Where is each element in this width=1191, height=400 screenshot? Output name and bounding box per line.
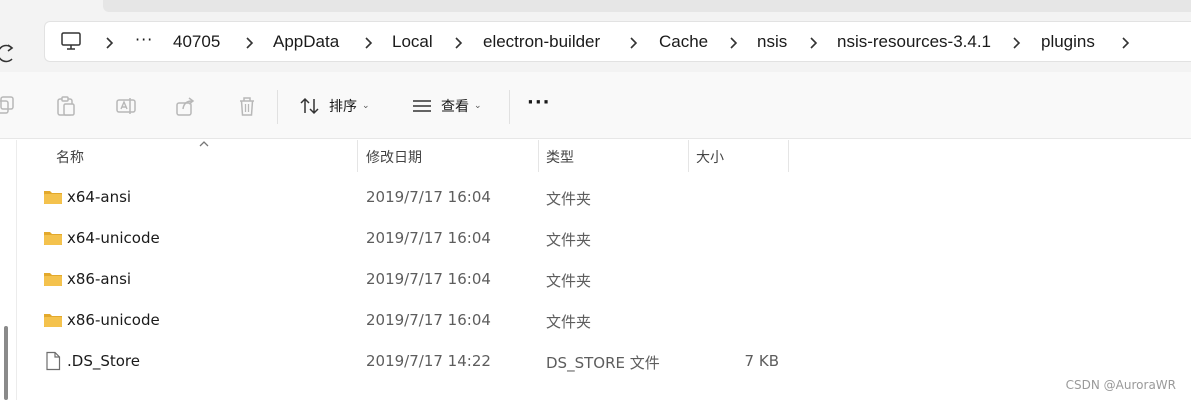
view-button[interactable]: 查看 ⌄	[411, 94, 482, 118]
chevron-right-icon[interactable]	[1011, 36, 1021, 50]
folder-icon	[44, 314, 62, 327]
column-separator[interactable]	[538, 140, 539, 172]
column-header-modified[interactable]: 修改日期	[366, 140, 536, 174]
tab-strip-edge	[103, 0, 1191, 12]
refresh-icon[interactable]	[0, 42, 14, 64]
share-icon[interactable]	[175, 95, 197, 117]
chevron-right-icon[interactable]	[1120, 36, 1130, 50]
view-label: 查看	[441, 99, 469, 115]
file-modified: 2019/7/17 14:22	[366, 352, 491, 370]
breadcrumb-item[interactable]: 40705	[173, 32, 220, 52]
folder-icon	[44, 232, 62, 245]
scrollbar-thumb[interactable]	[4, 326, 8, 400]
column-separator[interactable]	[688, 140, 689, 172]
breadcrumb-item[interactable]: Cache	[659, 32, 708, 52]
breadcrumb-item-current[interactable]: plugins	[1041, 32, 1095, 52]
file-type: 文件夹	[546, 190, 592, 208]
file-type: 文件夹	[546, 231, 592, 249]
chevron-right-icon[interactable]	[808, 36, 818, 50]
more-options-button[interactable]: ···	[527, 92, 551, 113]
view-list-icon	[413, 100, 431, 112]
toolbar-divider	[509, 90, 510, 124]
file-name: x86-ansi	[67, 270, 132, 288]
chevron-right-icon[interactable]	[104, 36, 114, 50]
folder-icon	[44, 191, 62, 204]
file-modified: 2019/7/17 16:04	[366, 229, 491, 247]
file-name: x64-unicode	[67, 229, 160, 247]
file-modified: 2019/7/17 16:04	[366, 311, 491, 329]
chevron-right-icon[interactable]	[453, 36, 463, 50]
navigation-pane-scrollbar[interactable]	[0, 140, 17, 400]
file-row[interactable]: x86-ansi 2019/7/17 16:04 文件夹	[17, 259, 1191, 300]
column-header-name[interactable]: 名称	[56, 140, 356, 174]
file-type: 文件夹	[546, 272, 592, 290]
file-row[interactable]: x64-ansi 2019/7/17 16:04 文件夹	[17, 177, 1191, 218]
column-header-type[interactable]: 类型	[546, 140, 686, 174]
delete-icon[interactable]	[236, 95, 258, 117]
toolbar-divider	[277, 90, 278, 124]
chevron-right-icon[interactable]	[244, 36, 254, 50]
rename-icon[interactable]	[115, 95, 137, 117]
file-name: .DS_Store	[67, 352, 140, 370]
paste-icon[interactable]	[55, 95, 77, 117]
sort-icon	[300, 97, 319, 115]
copy-icon[interactable]	[0, 95, 16, 117]
file-icon	[46, 351, 61, 371]
file-list: 名称 修改日期 类型 大小 x64-ansi 2019/7/17 16:04 文…	[0, 140, 1191, 400]
column-separator[interactable]	[357, 140, 358, 172]
sort-button[interactable]: 排序 ⌄	[299, 94, 370, 118]
chevron-right-icon[interactable]	[363, 36, 373, 50]
breadcrumb-item[interactable]: nsis-resources-3.4.1	[837, 32, 991, 52]
chevron-down-icon: ⌄	[362, 101, 370, 111]
address-bar[interactable]: ··· 40705 AppData Local electron-builder…	[44, 21, 1191, 62]
breadcrumb-overflow-button[interactable]: ···	[135, 30, 153, 49]
file-modified: 2019/7/17 16:04	[366, 188, 491, 206]
file-size: 7 KB	[744, 352, 779, 370]
sort-label: 排序	[329, 99, 357, 115]
breadcrumb-item[interactable]: AppData	[273, 32, 339, 52]
watermark: CSDN @AuroraWR	[1065, 378, 1176, 392]
column-header-size[interactable]: 大小	[696, 140, 786, 174]
file-row[interactable]: x86-unicode 2019/7/17 16:04 文件夹	[17, 300, 1191, 341]
this-pc-icon[interactable]	[60, 31, 82, 51]
file-name: x64-ansi	[67, 188, 132, 206]
file-row[interactable]: x64-unicode 2019/7/17 16:04 文件夹	[17, 218, 1191, 259]
breadcrumb-item[interactable]: nsis	[757, 32, 787, 52]
breadcrumb-item[interactable]: Local	[392, 32, 433, 52]
file-row[interactable]: .DS_Store 2019/7/17 14:22 DS_STORE 文件 7 …	[17, 341, 1191, 382]
file-type: 文件夹	[546, 313, 592, 331]
chevron-down-icon: ⌄	[474, 101, 482, 111]
file-explorer-window: ··· 40705 AppData Local electron-builder…	[0, 0, 1191, 400]
breadcrumb-item[interactable]: electron-builder	[483, 32, 600, 52]
file-type: DS_STORE 文件	[546, 354, 660, 372]
chevron-right-icon[interactable]	[628, 36, 638, 50]
command-bar: 排序 ⌄ 查看 ⌄ ···	[0, 72, 1191, 139]
file-name: x86-unicode	[67, 311, 160, 329]
chevron-right-icon[interactable]	[728, 36, 738, 50]
file-modified: 2019/7/17 16:04	[366, 270, 491, 288]
folder-icon	[44, 273, 62, 286]
column-separator[interactable]	[788, 140, 789, 172]
